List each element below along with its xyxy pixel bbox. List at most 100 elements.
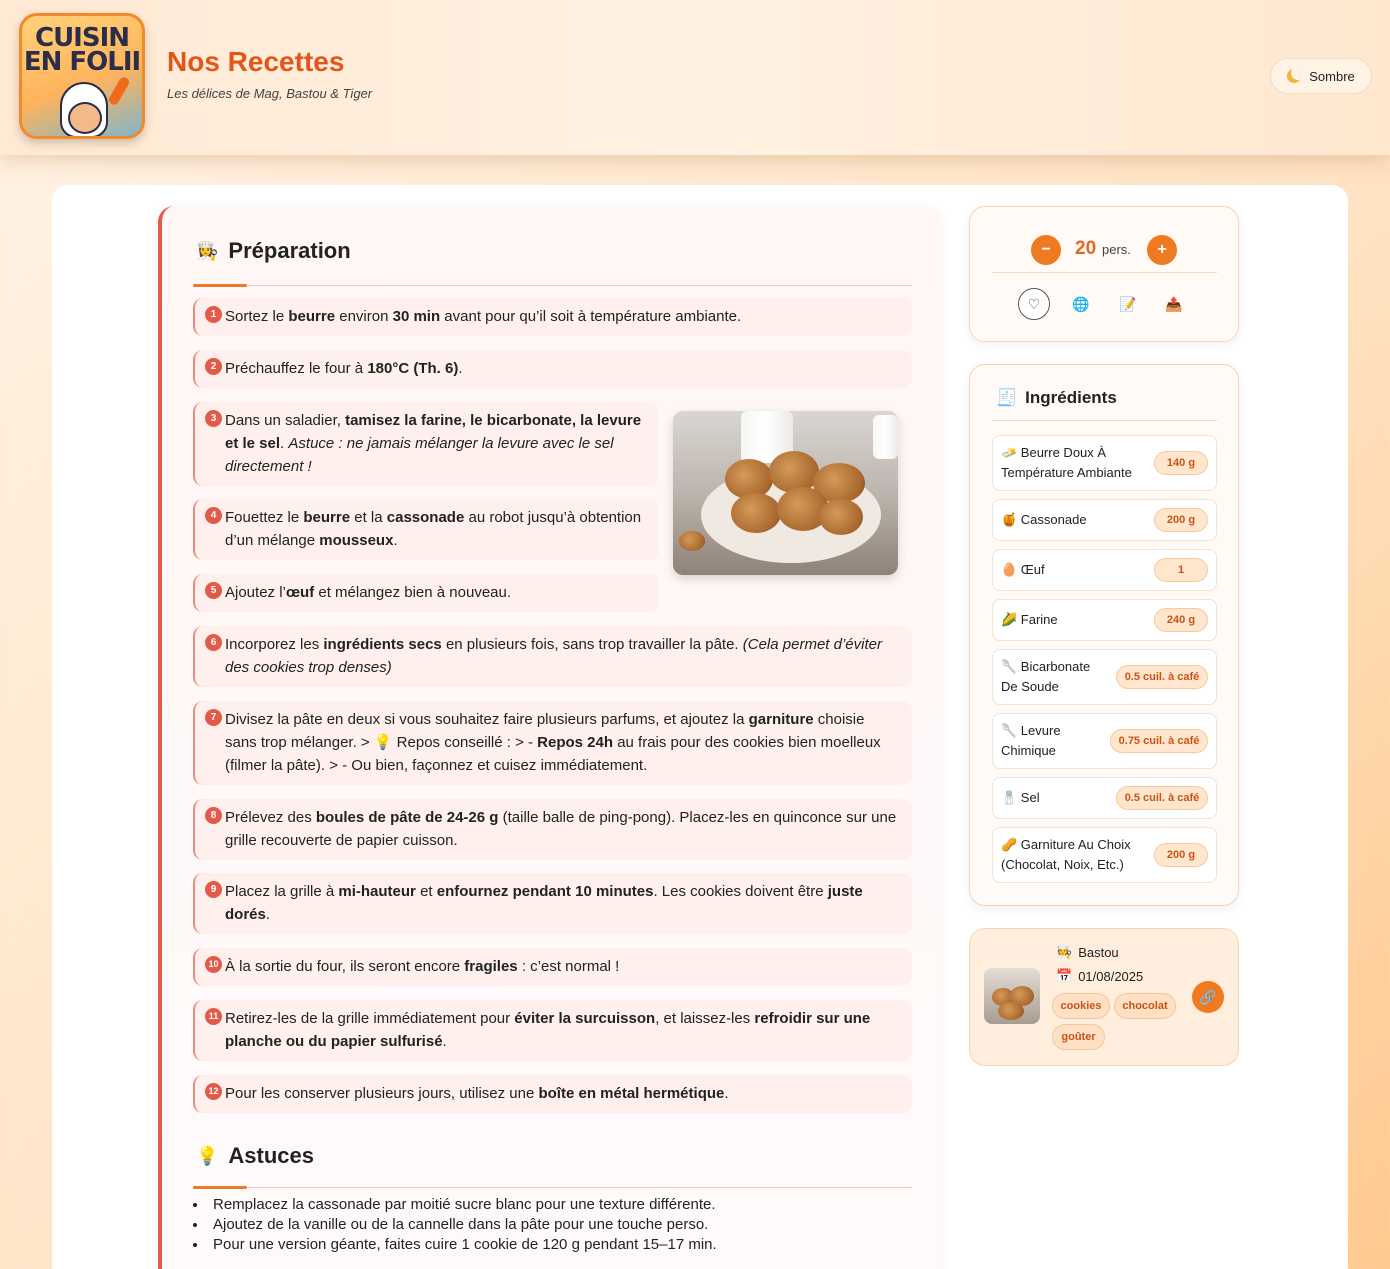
ingredient-quantity-badge: 1 [1154, 558, 1208, 582]
step-number-badge: 4 [205, 507, 222, 524]
ingredient-quantity-badge: 200 g [1154, 508, 1208, 532]
decrease-servings-button[interactable]: − [1031, 235, 1061, 265]
ingredients-title: Ingrédients [1025, 388, 1117, 407]
servings-unit: pers. [1102, 242, 1131, 257]
tips-list: Remplacez la cassonade par moitié sucre … [193, 1195, 717, 1255]
ingredient-quantity-badge: 140 g [1154, 451, 1208, 475]
dark-mode-toggle[interactable]: Sombre [1270, 58, 1372, 94]
ingredient-quantity-badge: 0.75 cuil. à café [1110, 729, 1208, 753]
ingredient-row: 🥚 Œuf 1 [992, 549, 1217, 591]
step-item: 12 Pour les conserver plusieurs jours, ut… [193, 1075, 912, 1113]
page-subtitle: Les délices de Mag, Bastou & Tiger [167, 86, 373, 101]
author-icon: 🧑‍🍳 [1056, 944, 1073, 959]
increase-servings-button[interactable]: + [1147, 235, 1177, 265]
moon-icon [1287, 69, 1302, 83]
ingredient-row: 🥜 Garniture Au Choix (Chocolat, Noix, Et… [992, 827, 1217, 883]
author-name: Bastou [1078, 944, 1119, 960]
calendar-icon: 📅 [1056, 968, 1073, 983]
step-item: 1 Sortez le beurre environ 30 min avant p… [193, 298, 912, 336]
servings-divider [992, 272, 1217, 273]
step-number-badge: 10 [205, 956, 222, 973]
ingredient-quantity-badge: 0.5 cuil. à café [1116, 665, 1208, 689]
ingredient-quantity-badge: 0.5 cuil. à café [1116, 786, 1208, 810]
date-line: 📅 01/08/2025 [1056, 968, 1143, 984]
ingredient-name: 🌽 Farine [1001, 612, 1058, 627]
copy-link-button[interactable]: 🔗 [1192, 981, 1224, 1013]
recipe-date: 01/08/2025 [1078, 968, 1144, 984]
step-text: Placez la grille à mi-hauteur et enfourn… [225, 883, 863, 923]
ingredient-name: 🧂 Sel [1001, 790, 1040, 805]
step-item: 10 À la sortie du four, ils seront encore… [193, 948, 912, 986]
step-number-badge: 6 [205, 634, 222, 651]
logo-text-line2: EN FOLII [23, 47, 141, 77]
ingredient-row: 🍯 Cassonade 200 g [992, 499, 1217, 541]
ingredients-divider [992, 420, 1217, 421]
globe-button[interactable]: 🌐 [1065, 288, 1097, 320]
cookie-illustration [731, 493, 781, 533]
servings-count: 20 [1075, 238, 1097, 259]
preparation-heading: 👩‍🍳 Préparation [196, 238, 351, 264]
servings-card [969, 206, 1239, 342]
step-number-badge: 12 [205, 1083, 222, 1100]
step-text: Prélevez des boules de pâte de 24-26 g (… [225, 809, 897, 849]
author-line: 🧑‍🍳 Bastou [1056, 944, 1119, 960]
ingredient-name: 🥚 Œuf [1001, 562, 1045, 577]
tip-item: Ajoutez de la vanille ou de la cannelle … [193, 1215, 717, 1235]
step-number-badge: 8 [205, 807, 222, 824]
step-text: Incorporez les ingrédients secs en plusi… [225, 636, 882, 676]
step-number-badge: 3 [205, 410, 222, 427]
step-item: 5 Ajoutez l’œuf et mélangez bien à nouvea… [193, 574, 659, 612]
ingredient-row: 🥄 Levure Chimique 0.75 cuil. à café [992, 713, 1217, 769]
heart-icon: ♡ [1027, 295, 1041, 312]
notes-button[interactable]: 📝 [1112, 288, 1144, 320]
ingredients-heading: 🧾 Ingrédients [996, 388, 1117, 408]
favorite-button[interactable]: ♡ [1018, 288, 1050, 320]
site-logo[interactable]: CUISIN EN FOLII [19, 13, 145, 139]
step-text: Ajoutez l’œuf et mélangez bien à nouveau… [225, 584, 512, 601]
milk-glass-illustration [873, 415, 898, 459]
ingredient-quantity-badge: 240 g [1154, 608, 1208, 632]
notepad-icon: 📝 [1119, 295, 1137, 312]
chef-face-illustration [68, 102, 102, 134]
step-item: 3 Dans un saladier, tamisez la farine, le… [193, 402, 659, 486]
recipe-thumbnail[interactable] [984, 968, 1040, 1024]
step-item: 11 Retirez-les de la grille immédiatement… [193, 1000, 912, 1061]
page-title[interactable]: Nos Recettes [167, 46, 344, 78]
preparation-title: Préparation [228, 238, 351, 263]
tag-chip[interactable]: cookies [1052, 993, 1110, 1019]
step-item: 7 Divisez la pâte en deux si vous souhait… [193, 701, 912, 785]
ingredient-name: 🥜 Garniture Au Choix (Chocolat, Noix, Et… [1001, 837, 1131, 872]
ingredient-row: 🧈 Beurre Doux À Température Ambiante 140 … [992, 435, 1217, 491]
step-number-badge: 1 [205, 306, 222, 323]
step-item: 4 Fouettez le beurre et la cassonade au r… [193, 499, 659, 560]
ingredient-row: 🧂 Sel 0.5 cuil. à café [992, 777, 1217, 819]
step-text: Préchauffez le four à 180°C (Th. 6). [225, 360, 463, 377]
tips-heading: 💡 Astuces [196, 1143, 314, 1169]
step-number-badge: 2 [205, 358, 222, 375]
step-number-badge: 5 [205, 582, 222, 599]
tag-chip[interactable]: chocolat [1114, 993, 1176, 1019]
tips-title: Astuces [228, 1143, 315, 1168]
tip-item: Remplacez la cassonade par moitié sucre … [193, 1195, 717, 1215]
link-icon: 🔗 [1199, 989, 1217, 1005]
share-button[interactable]: 📤 [1158, 288, 1190, 320]
ingredient-name: 🥄 Levure Chimique [1001, 723, 1061, 758]
ingredient-name: 🥄 Bicarbonate De Soude [1001, 659, 1091, 694]
preparation-divider [193, 284, 912, 287]
theme-toggle-label: Sombre [1309, 68, 1355, 84]
header-bar: CUISIN EN FOLII Nos Recettes Les délices… [0, 0, 1390, 155]
tag-chip[interactable]: goûter [1052, 1024, 1105, 1050]
step-item: 8 Prélevez des boules de pâte de 24-26 g … [193, 799, 912, 860]
chef-icon: 👩‍🍳 [196, 240, 219, 261]
ingredient-row: 🥄 Bicarbonate De Soude 0.5 cuil. à café [992, 649, 1217, 705]
ingredient-quantity-badge: 200 g [1154, 843, 1208, 867]
share-icon: 📤 [1165, 295, 1183, 312]
step-text: Retirez-les de la grille immédiatement p… [225, 1010, 871, 1050]
recipe-photo [673, 411, 898, 575]
step-text: Sortez le beurre environ 30 min avant po… [225, 308, 742, 325]
step-text: Dans un saladier, tamisez la farine, le … [225, 412, 642, 475]
step-item: 2 Préchauffez le four à 180°C (Th. 6). [193, 350, 912, 388]
ingredient-name: 🍯 Cassonade [1001, 512, 1087, 527]
cookie-illustration [998, 1002, 1024, 1020]
cookie-illustration [819, 499, 863, 535]
